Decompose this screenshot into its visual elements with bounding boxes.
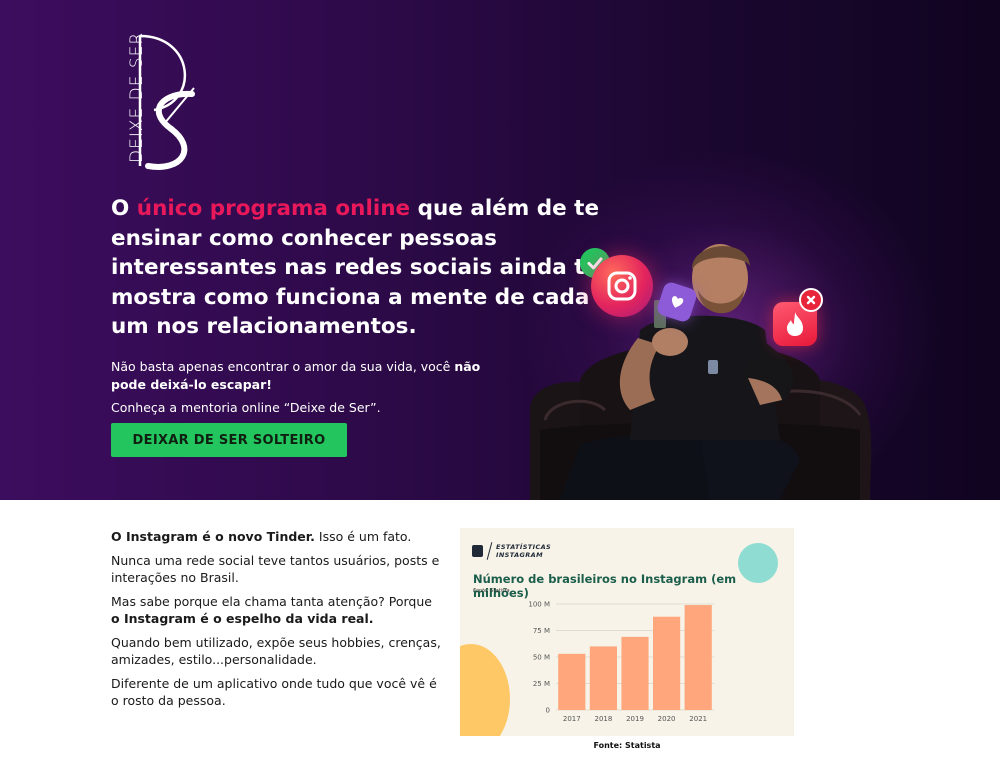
paragraph-4: Quando bem utilizado, expõe seus hobbies… (111, 635, 441, 667)
paragraph-1-bold: O Instagram é o novo Tinder. (111, 529, 315, 544)
paragraph-3: Mas sabe porque ela chama tanta atenção?… (111, 593, 441, 627)
hero-mentoria-text: Conheça a mentoria online “Deixe de Ser”… (111, 400, 381, 415)
y-tick-label: 75 M (533, 627, 550, 635)
y-tick-label: 25 M (533, 680, 550, 688)
logo-mark-icon (138, 34, 195, 170)
chart-bar (653, 616, 681, 710)
headline-prefix: O (111, 196, 137, 221)
instagram-icon (591, 255, 653, 317)
paragraph-1-rest: Isso é um fato. (314, 529, 412, 544)
instagram-stats-card: ESTATÍSTICAS INSTAGRAM Número de brasile… (460, 528, 794, 736)
x-tick-label: 2018 (594, 715, 612, 723)
headline-highlight: único programa online (136, 196, 411, 221)
y-tick-label: 50 M (533, 654, 550, 662)
subtitle-text: Não basta apenas encontrar o amor da sua… (111, 359, 455, 374)
paragraph-2: Nunca uma rede social teve tantos usuári… (111, 553, 440, 585)
logo[interactable]: DEIXE DE SER (112, 32, 202, 174)
x-tick-label: 2020 (658, 715, 676, 723)
chart-bar (589, 646, 617, 710)
x-tick-label: 2019 (626, 715, 644, 723)
x-tick-label: 2021 (689, 715, 707, 723)
chart-caption: Fonte: Statista (593, 741, 661, 750)
cta-button[interactable]: DEIXAR DE SER SOLTEIRO (111, 423, 347, 457)
x-tick-label: 2017 (563, 715, 581, 723)
chart-bar (684, 605, 712, 710)
bar-chart: 0 25 M 50 M 75 M 100 M 2017 2018 2019 2020 2021 (528, 601, 714, 723)
paragraph-3-text: Mas sabe porque ela chama tanta atenção?… (111, 594, 432, 609)
hero-section: DEIXE DE SER O único programa online que… (0, 0, 1000, 500)
hero-subtitle: Não basta apenas encontrar o amor da sua… (111, 358, 491, 394)
paragraph-1: O Instagram é o novo Tinder. Isso é um f… (111, 528, 441, 545)
y-tick-label: 100 M (528, 601, 550, 609)
paragraph-5: Diferente de um aplicativo onde tudo que… (111, 676, 437, 708)
y-tick-label: 0 (546, 707, 550, 715)
instagram-text-block: O Instagram é o novo Tinder. Isso é um f… (111, 528, 441, 716)
chart-bar (558, 653, 586, 710)
paragraph-3-bold: o Instagram é o espelho da vida real. (111, 611, 374, 626)
hero-photo (530, 244, 872, 500)
chart-bar (621, 636, 649, 710)
close-icon (799, 288, 823, 312)
